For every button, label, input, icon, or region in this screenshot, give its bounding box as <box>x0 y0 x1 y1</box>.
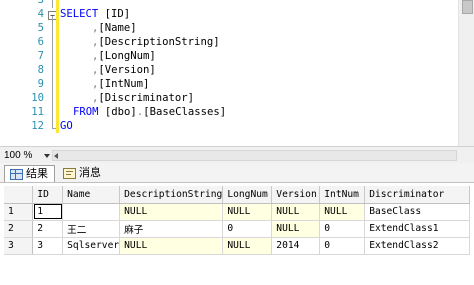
line-number: 5 <box>37 22 44 34</box>
fold-guide <box>52 0 53 8</box>
tab-messages[interactable]: 消息 <box>58 165 107 182</box>
grid-cell[interactable]: Sqlserver <box>62 237 121 255</box>
grid-cell[interactable]: ExtendClass1 <box>364 220 470 238</box>
code-line[interactable]: ,[IntNum] <box>92 78 149 92</box>
line-number-gutter: 3 4 5 6 7 8 9 10 11 12 <box>0 0 48 146</box>
code-line[interactable]: ,[LongNum] <box>92 50 156 64</box>
column-header-intnum[interactable]: IntNum <box>319 186 366 204</box>
row-number[interactable]: 3 <box>4 237 34 255</box>
code-line[interactable]: ,[Name] <box>92 22 137 36</box>
grid-cell[interactable]: 麻子 <box>119 220 224 238</box>
grid-cell[interactable]: 0 <box>222 220 273 238</box>
code-line[interactable]: ,[Version] <box>92 64 156 78</box>
sql-keyword: FROM <box>73 106 99 118</box>
code-line[interactable]: SELECT [ID] <box>60 8 130 22</box>
line-number: 4 <box>37 8 44 20</box>
code-text: [ID] <box>98 8 131 20</box>
column-header-name[interactable]: Name <box>62 186 121 204</box>
grid-cell-null[interactable]: NULL <box>271 220 321 238</box>
scrollbar-thumb[interactable] <box>462 0 473 14</box>
horizontal-scrollbar[interactable] <box>52 150 457 161</box>
zoom-bar: 100 % <box>0 146 474 163</box>
grid-cell[interactable]: ExtendClass2 <box>364 237 470 255</box>
grid-cell-null[interactable]: NULL <box>271 203 321 221</box>
change-tracking-bar <box>56 0 59 133</box>
grid-cell[interactable] <box>62 203 121 221</box>
row-header-corner[interactable] <box>4 186 34 204</box>
line-number: 11 <box>31 106 44 118</box>
tab-label: 结果 <box>26 168 48 180</box>
code-text: [BaseClasses] <box>143 106 227 118</box>
column-header-longnum[interactable]: LongNum <box>222 186 273 204</box>
code-text: [LongNum] <box>98 50 156 62</box>
code-line[interactable]: ,[DescriptionString] <box>92 36 220 50</box>
grid-cell[interactable]: 2014 <box>271 237 321 255</box>
line-number: 6 <box>37 36 44 48</box>
message-icon <box>63 168 76 179</box>
column-header-id[interactable]: ID <box>32 186 64 204</box>
line-number: 12 <box>31 120 44 132</box>
column-header-version[interactable]: Version <box>271 186 321 204</box>
tab-results[interactable]: 结果 <box>4 165 55 182</box>
grid-cell-selected[interactable]: 1 <box>32 203 64 221</box>
sql-keyword: SELECT <box>60 8 99 20</box>
line-number: 9 <box>37 78 44 90</box>
grid-cell[interactable]: 3 <box>32 237 64 255</box>
code-text: [dbo] <box>98 106 137 118</box>
row-number[interactable]: 2 <box>4 220 34 238</box>
grid-cell-null[interactable]: NULL <box>319 203 366 221</box>
scroll-left-arrow-icon[interactable] <box>54 153 58 159</box>
column-header-discriminator[interactable]: Discriminator <box>364 186 470 204</box>
code-text: [Name] <box>98 22 137 34</box>
code-text: [Discriminator] <box>98 92 195 104</box>
results-grid[interactable]: ID Name DescriptionString LongNum Versio… <box>4 186 470 285</box>
code-line[interactable]: FROM [dbo].[BaseClasses] <box>73 106 226 120</box>
code-line[interactable]: GO <box>60 120 73 134</box>
code-text: [Version] <box>98 64 156 76</box>
table-row[interactable]: 1 1 NULL NULL NULL NULL BaseClass <box>4 203 470 221</box>
code-text: [IntNum] <box>98 78 150 90</box>
chevron-down-icon[interactable] <box>44 154 50 158</box>
code-line[interactable]: ,[Discriminator] <box>92 92 194 106</box>
line-number: 3 <box>37 0 44 6</box>
results-tab-bar: 结果 消息 <box>0 163 474 183</box>
grid-cell[interactable]: 王二 <box>62 220 121 238</box>
tab-label: 消息 <box>79 167 101 179</box>
grid-cell[interactable]: 0 <box>319 220 366 238</box>
fold-guide <box>52 16 53 129</box>
grid-cell-null[interactable]: NULL <box>222 237 273 255</box>
grid-cell[interactable]: 0 <box>319 237 366 255</box>
grid-cell[interactable]: 2 <box>32 220 64 238</box>
table-row[interactable]: 2 2 王二 麻子 0 NULL 0 ExtendClass1 <box>4 220 470 238</box>
line-number: 10 <box>31 92 44 104</box>
line-number: 7 <box>37 50 44 62</box>
grid-icon <box>10 169 23 180</box>
grid-cell-null[interactable]: NULL <box>119 237 224 255</box>
row-number[interactable]: 1 <box>4 203 34 221</box>
column-header-descriptionstring[interactable]: DescriptionString <box>119 186 224 204</box>
vertical-scrollbar[interactable] <box>458 0 474 146</box>
zoom-dropdown[interactable]: 100 % <box>4 149 32 162</box>
sql-keyword: GO <box>60 120 73 132</box>
grid-cell-null[interactable]: NULL <box>222 203 273 221</box>
table-row[interactable]: 3 3 Sqlserver NULL NULL 2014 0 ExtendCla… <box>4 237 470 255</box>
grid-cell[interactable]: BaseClass <box>364 203 470 221</box>
code-text: [DescriptionString] <box>98 36 220 48</box>
line-number: 8 <box>37 64 44 76</box>
grid-cell-null[interactable]: NULL <box>119 203 224 221</box>
grid-header-row: ID Name DescriptionString LongNum Versio… <box>4 186 470 204</box>
query-editor[interactable]: 3 4 5 6 7 8 9 10 11 12 − SELECT [ID] ,[N… <box>0 0 458 146</box>
